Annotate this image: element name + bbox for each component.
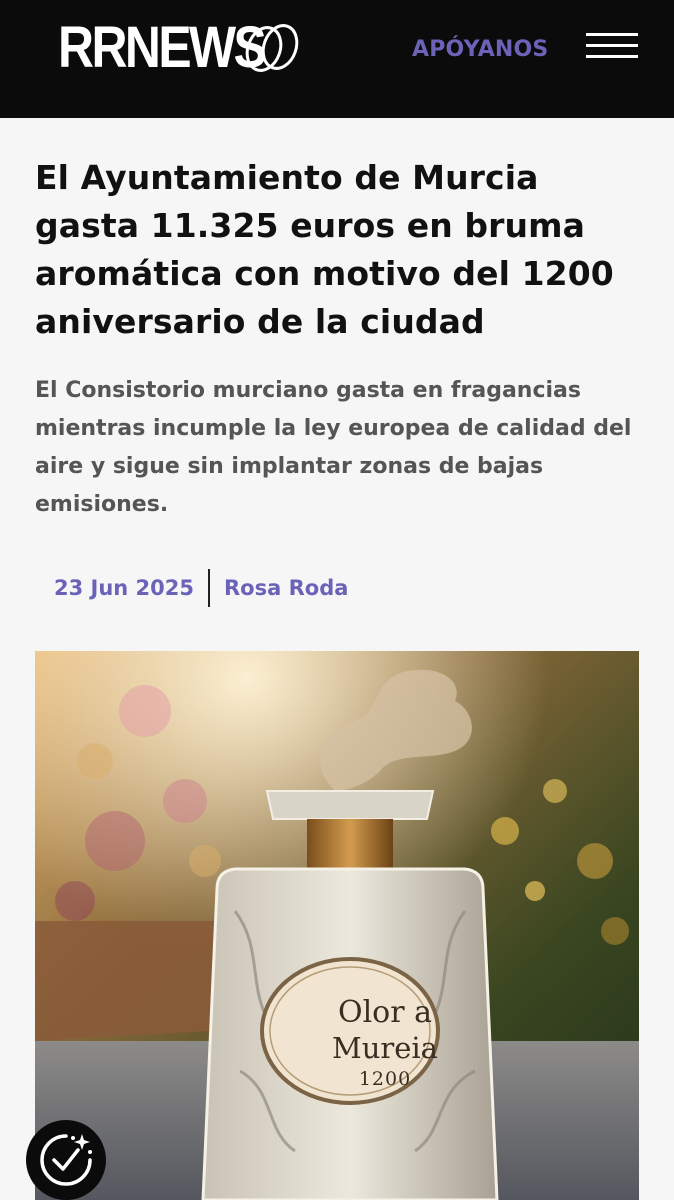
support-link[interactable]: APÓYANOS: [412, 34, 548, 66]
article-meta: 23 Jun 2025 Rosa Roda: [54, 568, 348, 608]
hero-image: Olor a Mureia 1200: [35, 651, 639, 1200]
article-headline: El Ayuntamiento de Murcia gasta 11.325 e…: [35, 158, 614, 341]
bottle-label-line3: 1200: [358, 1068, 412, 1090]
logo-text: RRNEWS: [58, 15, 267, 80]
accessibility-sparkle-icon: [40, 1134, 92, 1186]
author-link[interactable]: Rosa Roda: [224, 576, 348, 600]
site-logo[interactable]: RRNEWS: [58, 16, 304, 80]
bottle-label-line2: Mureia: [332, 1031, 438, 1065]
publish-date: 23 Jun 2025: [54, 576, 195, 600]
bottle-label-line1: Olor a: [337, 995, 432, 1030]
site-header: RRNEWS APÓYANOS: [0, 0, 674, 118]
perfume-bottle-illustration: [35, 651, 639, 1200]
article-subtitle: El Consistorio murciano gasta en fraganc…: [35, 378, 632, 517]
meta-divider: [208, 569, 211, 607]
hamburger-menu-icon[interactable]: [582, 30, 642, 64]
accessibility-button[interactable]: [26, 1120, 106, 1200]
